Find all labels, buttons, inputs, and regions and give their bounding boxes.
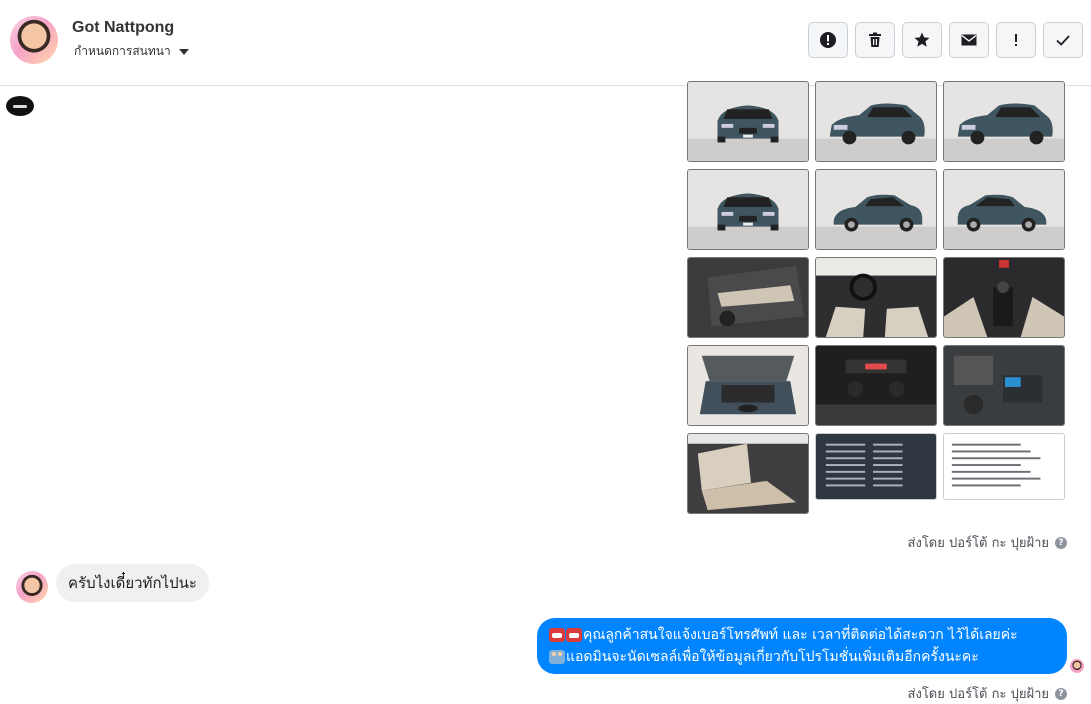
trash-icon (869, 32, 881, 47)
outgoing-message-text-2: แอดมินจะนัดเซลล์เพื่อให้ข้อมูลเกี่ยวกับโ… (566, 649, 979, 665)
car-gear-shift-thumbnail[interactable] (943, 257, 1065, 338)
contact-name[interactable]: Got Nattpong (72, 19, 174, 37)
mark-unread-button[interactable] (949, 22, 989, 58)
car-side-view-2-thumbnail[interactable] (943, 169, 1065, 250)
done-button[interactable] (1043, 22, 1083, 58)
car-dashboard-thumbnail[interactable] (815, 257, 937, 338)
conversation-status-dropdown[interactable]: กำหนดการสนทนา (74, 42, 189, 61)
help-icon[interactable]: ? (1055, 536, 1067, 549)
sent-by-label: ส่งโดย ปอร์โต้ กะ ปุยฝ้าย ? (908, 683, 1067, 704)
car-rear-seats-image (688, 434, 808, 513)
exclamation-circle-icon (820, 32, 836, 48)
star-icon (914, 32, 930, 47)
car-console-thumbnail[interactable] (815, 345, 937, 426)
spec-screenshot-dark-image (816, 434, 936, 499)
car-door-panel-image (688, 258, 808, 337)
car-gear-shift-image (944, 258, 1064, 337)
photo-gallery (687, 81, 1067, 514)
caret-down-icon (178, 48, 189, 55)
help-icon[interactable]: ? (1055, 687, 1067, 700)
incoming-message-bubble[interactable]: ครับไงเดี๋ยวทักไปนะ (56, 564, 209, 602)
spec-screenshot-light-image (944, 434, 1064, 499)
outgoing-message-line-1: คุณลูกค้าสนใจแจ้งเบอร์โทรศัพท์ และ เวลาท… (549, 624, 1055, 646)
car-console-image (816, 346, 936, 425)
spec-screenshot-dark-thumbnail[interactable] (815, 433, 937, 500)
contact-avatar[interactable] (10, 16, 58, 64)
car-engine-bay-thumbnail[interactable] (687, 345, 809, 426)
sender-avatar[interactable] (16, 571, 48, 603)
car-front-view-image (688, 82, 808, 161)
car-rear-view-image (688, 170, 808, 249)
car-engine-bay-image (688, 346, 808, 425)
check-icon (1056, 35, 1070, 46)
car-engine-closeup-image (944, 346, 1064, 425)
sent-by-label: ส่งโดย ปอร์โต้ กะ ปุยฝ้าย ? (908, 532, 1067, 553)
outgoing-message-text-1: คุณลูกค้าสนใจแจ้งเบอร์โทรศัพท์ และ เวลาท… (583, 627, 1018, 643)
important-button[interactable] (996, 22, 1036, 58)
delete-button[interactable] (855, 22, 895, 58)
car-side-view-image (816, 170, 936, 249)
telephone-emoji-icon (549, 628, 565, 642)
people-emoji-icon (549, 650, 565, 664)
outgoing-message-bubble[interactable]: คุณลูกค้าสนใจแจ้งเบอร์โทรศัพท์ และ เวลาท… (537, 618, 1067, 674)
exclamation-icon (1015, 34, 1017, 46)
spec-screenshot-light-thumbnail[interactable] (943, 433, 1065, 500)
car-side-view-2-image (944, 170, 1064, 249)
conversation-status-label: กำหนดการสนทนา (74, 44, 171, 58)
seen-avatar (1070, 659, 1084, 673)
car-front-view-thumbnail[interactable] (687, 81, 809, 162)
envelope-icon (961, 34, 977, 46)
page-logo-icon (6, 96, 34, 116)
car-rear-seats-thumbnail[interactable] (687, 433, 809, 514)
car-rear-three-quarter-thumbnail[interactable] (943, 81, 1065, 162)
star-button[interactable] (902, 22, 942, 58)
car-dashboard-image (816, 258, 936, 337)
car-rear-three-quarter-image (944, 82, 1064, 161)
sent-by-text: ส่งโดย ปอร์โต้ กะ ปุยฝ้าย (907, 536, 1049, 551)
car-front-three-quarter-thumbnail[interactable] (815, 81, 937, 162)
car-front-three-quarter-image (816, 82, 936, 161)
car-rear-view-thumbnail[interactable] (687, 169, 809, 250)
sent-by-text: ส่งโดย ปอร์โต้ กะ ปุยฝ้าย (907, 687, 1049, 702)
telephone-emoji-icon (566, 628, 582, 642)
car-side-view-thumbnail[interactable] (815, 169, 937, 250)
report-button[interactable] (808, 22, 848, 58)
car-engine-closeup-thumbnail[interactable] (943, 345, 1065, 426)
outgoing-message-line-2: แอดมินจะนัดเซลล์เพื่อให้ข้อมูลเกี่ยวกับโ… (549, 646, 1055, 668)
conversation-toolbar (808, 22, 1083, 58)
car-door-panel-thumbnail[interactable] (687, 257, 809, 338)
conversation-header: Got Nattpong กำหนดการสนทนา (0, 0, 1091, 86)
